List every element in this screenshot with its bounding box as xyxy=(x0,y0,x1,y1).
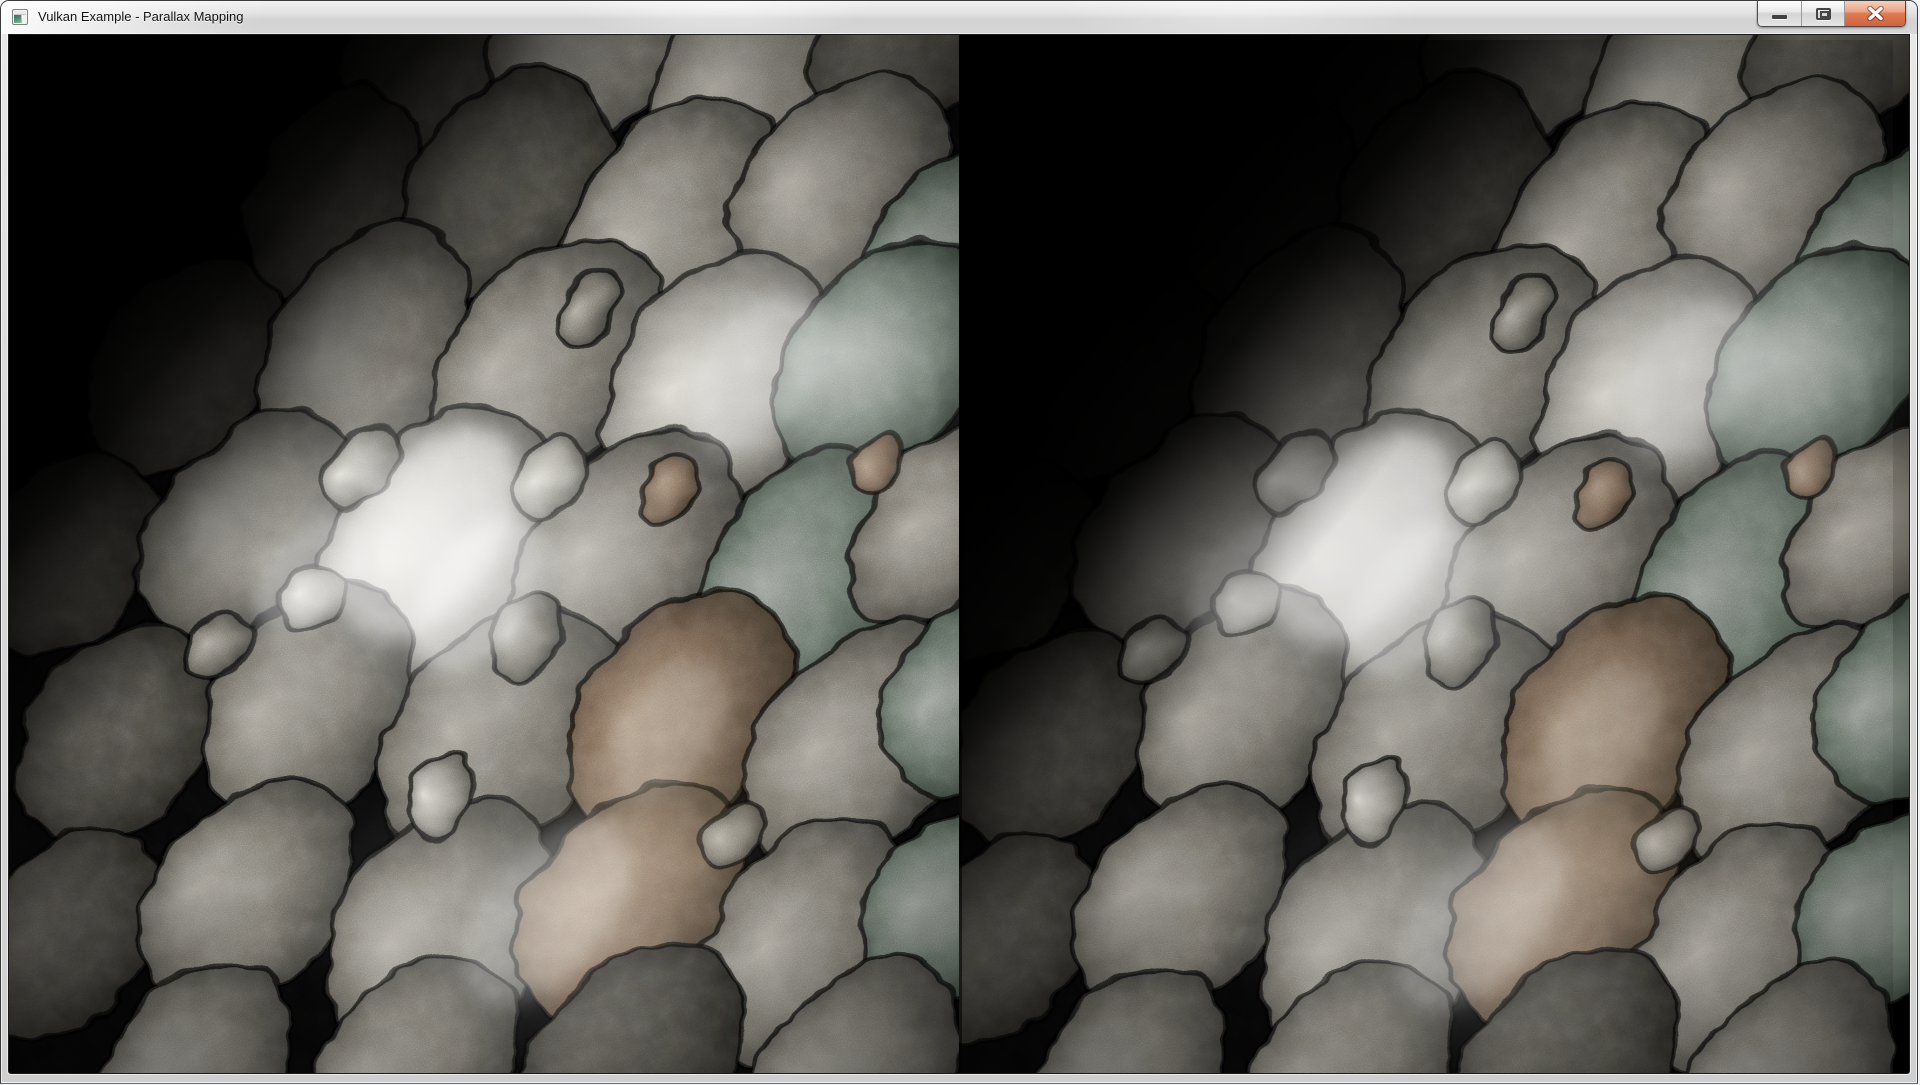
maximize-square-icon xyxy=(1816,8,1831,20)
render-output-area xyxy=(8,34,1910,1074)
app-window-icon[interactable] xyxy=(12,9,28,25)
desktop-background: { "window": { "title": "Vulkan Example -… xyxy=(0,0,1920,1085)
maximize-button[interactable] xyxy=(1801,1,1844,26)
titlebar[interactable]: Vulkan Example - Parallax Mapping xyxy=(1,1,1917,34)
view-split-seam xyxy=(959,35,962,1073)
close-x-icon xyxy=(1867,6,1884,21)
app-window: Vulkan Example - Parallax Mapping xyxy=(0,0,1918,1084)
minimize-dash-icon xyxy=(1772,15,1787,19)
window-title: Vulkan Example - Parallax Mapping xyxy=(38,1,243,34)
close-button[interactable] xyxy=(1844,1,1905,26)
render-view-left xyxy=(9,35,1093,1073)
minimize-button[interactable] xyxy=(1758,1,1801,26)
titlebar-sheen xyxy=(1,1,1917,34)
app-icon-side-part xyxy=(21,15,26,23)
caption-buttons xyxy=(1757,1,1906,27)
render-view-right xyxy=(865,35,1909,1073)
render-canvas[interactable] xyxy=(9,35,1909,1073)
right-view-dim-overlay xyxy=(959,35,1909,1073)
